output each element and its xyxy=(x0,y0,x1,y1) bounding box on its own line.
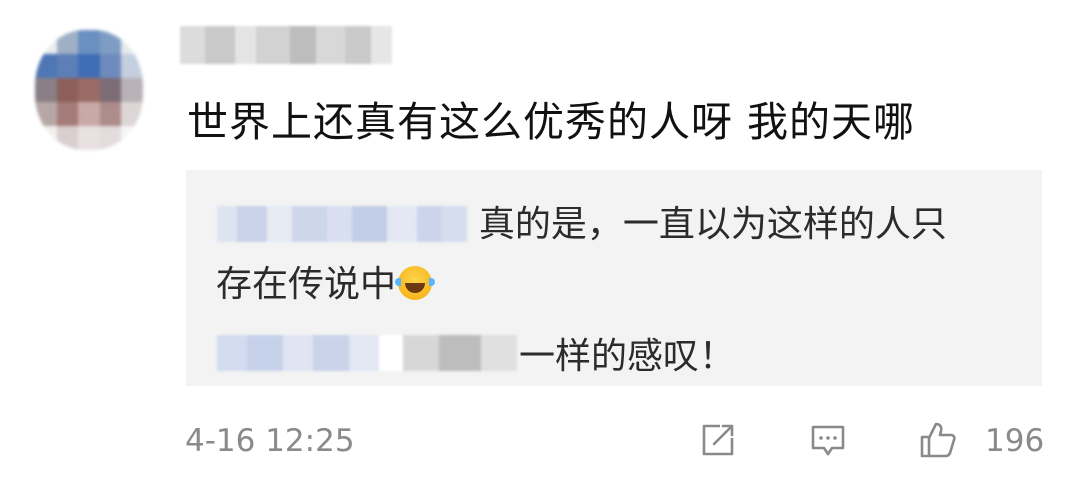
timestamp: 4-16 12:25 xyxy=(185,423,355,459)
share-icon[interactable] xyxy=(698,420,738,460)
reply-line-1: . 真的是，一直以为这样的人只 xyxy=(456,204,947,245)
reply-line-3: 一样的感叹！ xyxy=(519,336,736,377)
comment-icon[interactable] xyxy=(808,420,848,460)
comment-text: 世界上还真有这么优秀的人呀 我的天哪 xyxy=(187,98,916,146)
laughing-with-tears-emoji-icon xyxy=(395,266,436,300)
reply-line-2: 存在传说中 xyxy=(216,260,436,310)
reply-username-2-blurred[interactable] xyxy=(217,335,517,371)
avatar[interactable] xyxy=(35,30,143,150)
like-count: 196 xyxy=(985,423,1045,459)
username-blurred[interactable] xyxy=(180,26,392,64)
reply-username-1-blurred[interactable] xyxy=(217,206,467,242)
reply-line-2-text: 存在传说中 xyxy=(216,264,397,305)
like-icon[interactable] xyxy=(918,420,958,460)
